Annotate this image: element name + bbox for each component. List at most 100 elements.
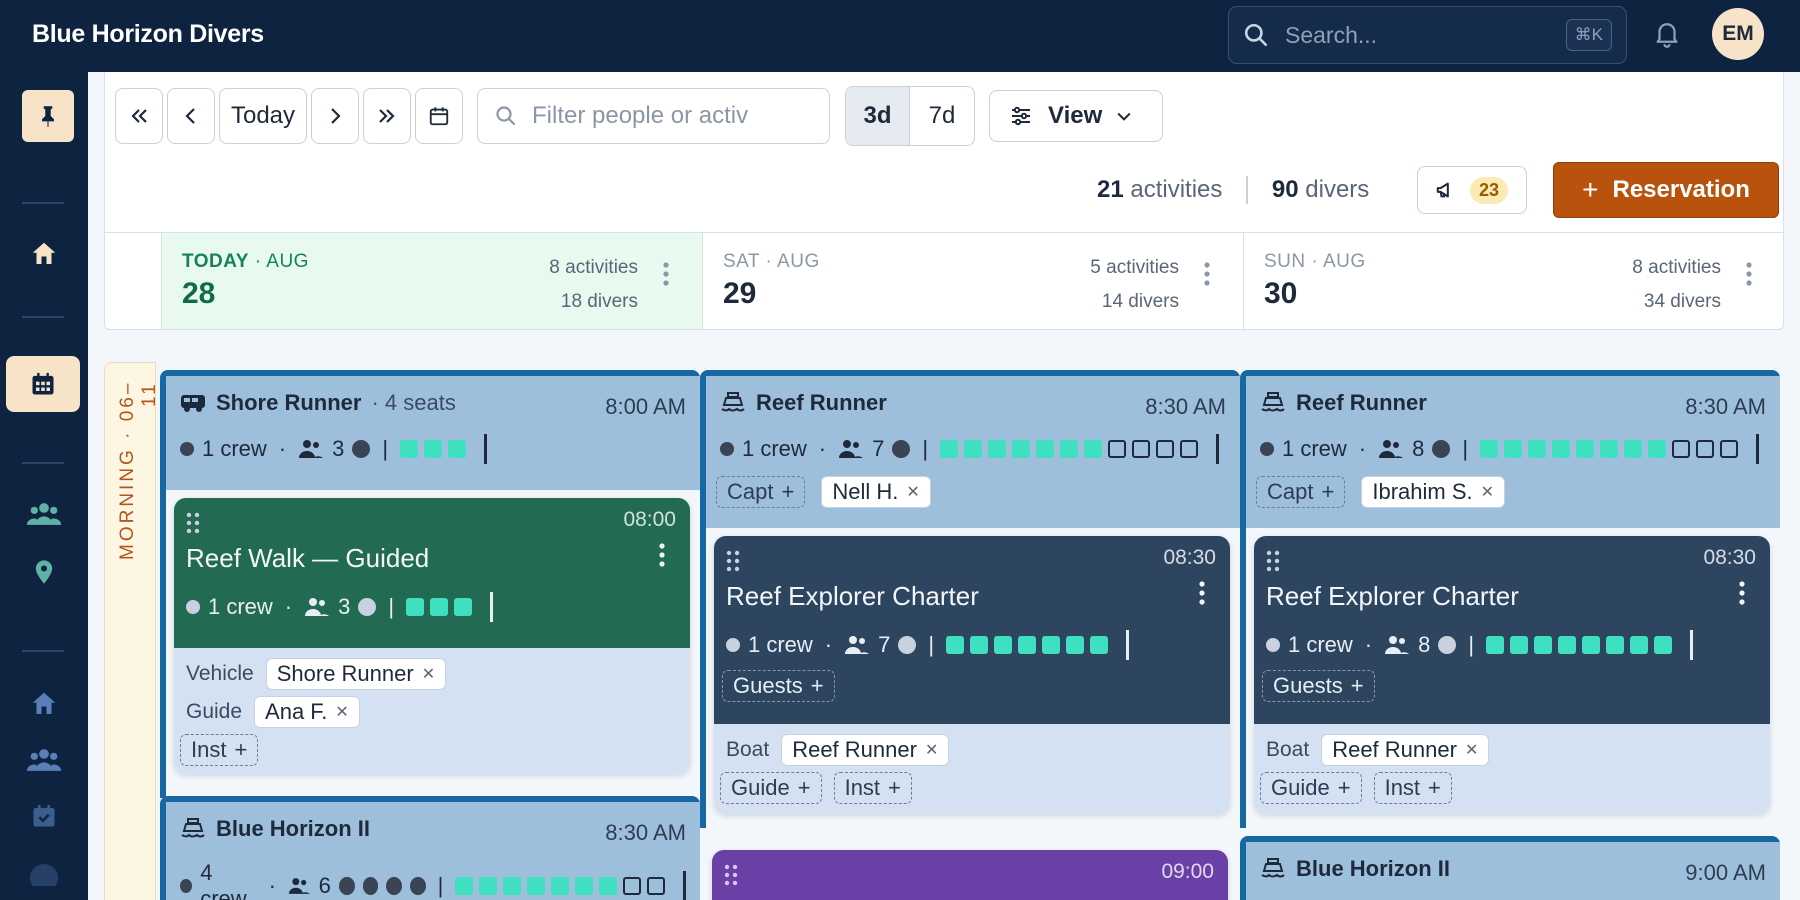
activity-card-header[interactable]: 08:00 Reef Walk — Guided 1 crew · 3 |	[174, 498, 690, 648]
status-dot	[726, 638, 740, 652]
assignment-chip[interactable]: Ana F. ✕	[254, 696, 360, 728]
range-7d-button[interactable]: 7d	[910, 87, 974, 145]
kebab-menu-icon[interactable]	[658, 542, 666, 568]
seat-filled	[1042, 636, 1061, 654]
global-search[interactable]: Search... ⌘K	[1228, 6, 1627, 64]
remove-icon[interactable]: ✕	[906, 482, 919, 502]
add-captain-chip[interactable]: Capt +	[1256, 476, 1346, 508]
add-guests-chip[interactable]: Guests +	[722, 670, 835, 702]
activity-card-header[interactable]: 08:30 Reef Explorer Charter 1 crew · 7 | Guest…	[714, 536, 1230, 724]
day-header-sun[interactable]: SUN · AUG 30 8 activities 34 divers	[1243, 233, 1783, 329]
capacity-end	[1126, 630, 1130, 660]
boat-icon	[1261, 392, 1285, 412]
seat-filled	[1624, 440, 1643, 458]
capacity-end	[1216, 434, 1220, 464]
separator-bar: |	[382, 436, 389, 461]
activity-card-header[interactable]: 08:30 Reef Explorer Charter 1 crew · 8 | Guest…	[1254, 536, 1770, 724]
more-icon[interactable]	[22, 856, 66, 886]
activity-card[interactable]: 08:00 Reef Walk — Guided 1 crew · 3 | Vehicle S…	[174, 498, 690, 774]
seat-indicator	[946, 636, 1114, 654]
drag-handle-icon[interactable]	[726, 550, 740, 572]
assignment-chip[interactable]: Reef Runner ✕	[1321, 734, 1490, 766]
search-placeholder[interactable]: Search...	[1285, 22, 1566, 49]
filter-input[interactable]	[532, 102, 812, 130]
seat-indicator	[406, 598, 478, 616]
separator: ·	[284, 594, 293, 619]
seat-filled	[430, 598, 449, 616]
day-header-today[interactable]: TODAY · AUG 28 8 activities 18 divers	[161, 233, 702, 329]
map-pin-icon[interactable]	[22, 550, 66, 594]
jump-forward-button[interactable]	[363, 88, 411, 144]
activity-card-header[interactable]: 09:00	[712, 850, 1228, 900]
vessel-header[interactable]: Reef Runner 8:30 AM 1 crew · 7 | Capt + Nell H. ✕	[706, 376, 1240, 528]
add-reservation-button[interactable]: + Reservation	[1553, 162, 1779, 218]
vessel-seats: · 4 seats	[371, 390, 456, 415]
calendar-icon[interactable]	[6, 356, 80, 412]
range-toggle: 3d 7d	[845, 86, 975, 146]
kebab-menu-icon[interactable]	[1745, 261, 1753, 287]
add-instructor-chip[interactable]: Inst +	[1373, 772, 1452, 804]
kebab-menu-icon[interactable]	[1198, 580, 1206, 606]
add-guide-chip[interactable]: Guide +	[1260, 772, 1362, 804]
avatar[interactable]: EM	[1712, 8, 1764, 60]
divers-icon	[305, 598, 330, 616]
announcements-button[interactable]: 23	[1417, 166, 1527, 214]
calendar-check-icon[interactable]	[22, 794, 66, 838]
remove-icon[interactable]: ✕	[1481, 482, 1494, 502]
day-header-sat[interactable]: SAT · AUG 29 5 activities 14 divers	[702, 233, 1243, 329]
team-icon[interactable]	[22, 738, 66, 782]
captain-chip[interactable]: Ibrahim S. ✕	[1361, 476, 1506, 508]
drag-handle-icon[interactable]	[724, 864, 738, 886]
activity-card[interactable]: 08:30 Reef Explorer Charter 1 crew · 7 | Guest…	[714, 536, 1230, 814]
remove-icon[interactable]: ✕	[335, 702, 348, 722]
users-icon[interactable]	[22, 492, 66, 536]
next-button[interactable]	[311, 88, 359, 144]
add-instructor-chip[interactable]: Inst +	[833, 772, 912, 804]
activity-card[interactable]: 08:30 Reef Explorer Charter 1 crew · 8 | Guest…	[1254, 536, 1770, 814]
add-captain-chip[interactable]: Capt +	[716, 476, 806, 508]
kebab-menu-icon[interactable]	[662, 261, 670, 287]
add-guests-chip[interactable]: Guests +	[1262, 670, 1375, 702]
seat-empty	[623, 877, 642, 895]
crew-dot	[352, 440, 371, 458]
kebab-menu-icon[interactable]	[1738, 580, 1746, 606]
vessel-header[interactable]: Blue Horizon II 8:30 AM 4 crew · 6 |	[166, 802, 700, 900]
add-assignment-chip[interactable]: Inst +	[180, 734, 259, 766]
remove-icon[interactable]: ✕	[1465, 740, 1478, 760]
drag-handle-icon[interactable]	[186, 512, 200, 534]
shortcut-badge: ⌘K	[1565, 19, 1612, 51]
plus-icon: +	[810, 673, 824, 698]
home-icon-secondary[interactable]	[22, 682, 66, 726]
assignment-chip[interactable]: Shore Runner ✕	[265, 658, 447, 690]
view-button[interactable]: View	[989, 90, 1163, 142]
add-guide-chip[interactable]: Guide +	[720, 772, 822, 804]
separator-bar: |	[1468, 632, 1475, 657]
activity-card[interactable]: 09:00	[712, 850, 1228, 900]
divers-stat: 90 divers	[1271, 176, 1370, 203]
home-icon[interactable]	[22, 232, 66, 276]
seat-filled	[1654, 636, 1673, 654]
vessel-time: 8:30 AM	[605, 820, 686, 845]
activity-metrics: 1 crew · 7 |	[720, 434, 1226, 464]
drag-handle-icon[interactable]	[1266, 550, 1280, 572]
vessel-header[interactable]: Blue Horizon II 9:00 AM	[1246, 842, 1780, 900]
vessel-header[interactable]: Reef Runner 8:30 AM 1 crew · 8 | Capt + Ibrahim …	[1246, 376, 1780, 528]
activity-assignments: Boat Reef Runner ✕ Guide + Inst +	[1254, 724, 1770, 814]
notification-bell-icon[interactable]	[1652, 18, 1682, 53]
kebab-menu-icon[interactable]	[1203, 261, 1211, 287]
today-button[interactable]: Today	[219, 88, 307, 144]
boat-icon	[721, 392, 745, 412]
date-picker-button[interactable]	[415, 88, 463, 144]
assignment-chip[interactable]: Reef Runner ✕	[781, 734, 950, 766]
megaphone-icon	[1436, 182, 1449, 198]
crew-count: 1 crew	[748, 632, 813, 657]
captain-chip[interactable]: Nell H. ✕	[821, 476, 931, 508]
jump-back-button[interactable]	[115, 88, 163, 144]
pin-icon[interactable]	[22, 90, 74, 142]
vessel-header[interactable]: Shore Runner · 4 seats 8:00 AM 1 crew · 3 |	[166, 376, 700, 490]
range-3d-button[interactable]: 3d	[846, 87, 910, 145]
remove-icon[interactable]: ✕	[422, 664, 435, 684]
filter-field[interactable]	[477, 88, 830, 144]
prev-button[interactable]	[167, 88, 215, 144]
remove-icon[interactable]: ✕	[925, 740, 938, 760]
